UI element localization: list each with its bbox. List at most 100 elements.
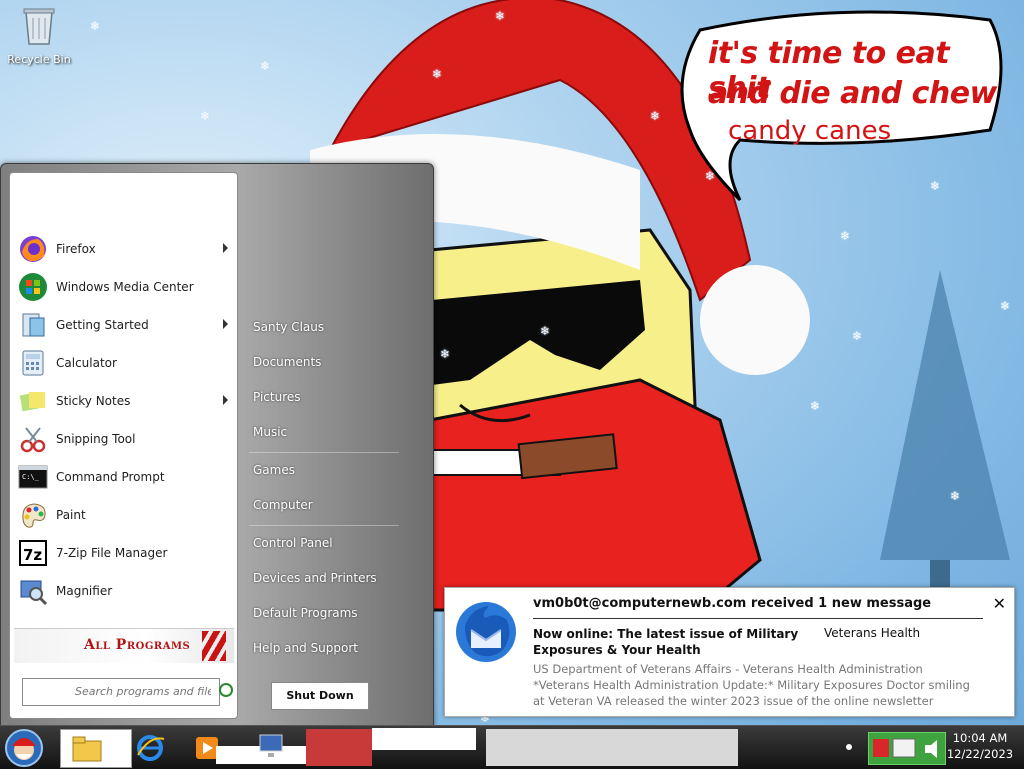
program-command-prompt[interactable]: C:\_ Command Prompt xyxy=(18,460,232,494)
program-snipping-tool[interactable]: Snipping Tool xyxy=(18,422,232,456)
snowflake: ❄ xyxy=(200,109,211,123)
speech-bubble: it's time to eat shit and die and chew c… xyxy=(680,14,1000,146)
svg-text:7z: 7z xyxy=(23,546,42,564)
taskbar-item-ghost[interactable] xyxy=(372,728,476,750)
program-label: Command Prompt xyxy=(56,470,165,484)
bubble-line-3: candy canes xyxy=(728,116,892,146)
snowflake: ❄ xyxy=(440,347,451,361)
notification-subject: Now online: The latest issue of Military… xyxy=(533,627,799,657)
magnifier-icon xyxy=(18,576,48,606)
all-programs-label: All Programs xyxy=(84,637,191,653)
recycle-bin-icon xyxy=(23,8,55,45)
start-link-computer[interactable]: Computer xyxy=(253,498,313,512)
tray-dot-icon xyxy=(846,744,852,750)
shut-down-label: Shut Down xyxy=(286,689,354,702)
program-calculator[interactable]: Calculator xyxy=(18,346,232,380)
taskbar-item-ghost[interactable] xyxy=(486,729,738,766)
notification-area[interactable] xyxy=(868,732,946,765)
start-link-games[interactable]: Games xyxy=(253,463,295,477)
decorative-stripe xyxy=(202,631,226,661)
command-prompt-icon: C:\_ xyxy=(18,462,48,492)
snowflake: ❄ xyxy=(260,59,271,73)
close-icon[interactable]: ✕ xyxy=(993,594,1006,613)
tray-icons xyxy=(873,738,937,758)
clock-date: 12/22/2023 xyxy=(946,747,1014,761)
program-label: Calculator xyxy=(56,356,117,370)
program-label: 7-Zip File Manager xyxy=(56,546,168,560)
start-link-control-panel[interactable]: Control Panel xyxy=(253,536,333,550)
notification-title: vm0b0t@computernewb.com received 1 new m… xyxy=(533,596,932,611)
submenu-arrow-icon xyxy=(223,319,228,329)
start-link-music[interactable]: Music xyxy=(253,425,287,439)
snowflake: ❄ xyxy=(650,109,661,123)
program-paint[interactable]: Paint xyxy=(18,498,232,532)
start-search-box[interactable] xyxy=(22,678,233,706)
program-windows-media-center[interactable]: Windows Media Center xyxy=(18,270,232,304)
start-button[interactable] xyxy=(4,728,44,767)
network-icon[interactable] xyxy=(256,729,290,766)
taskbar-item-ghost[interactable] xyxy=(306,729,372,766)
bubble-line-2: and die and chew xyxy=(708,76,997,111)
internet-explorer-icon[interactable] xyxy=(134,729,166,766)
search-icon xyxy=(219,683,233,697)
program-label: Snipping Tool xyxy=(56,432,136,446)
snipping-tool-icon xyxy=(18,424,48,454)
program-label: Windows Media Center xyxy=(56,280,194,294)
firefox-icon xyxy=(18,234,48,264)
program-label: Sticky Notes xyxy=(56,394,131,408)
program-label: Magnifier xyxy=(56,584,113,598)
notification-divider xyxy=(533,618,983,619)
snowflake: ❄ xyxy=(495,9,506,23)
start-link-default-programs[interactable]: Default Programs xyxy=(253,606,358,620)
snowflake: ❄ xyxy=(90,19,101,33)
program-label: Getting Started xyxy=(56,318,149,332)
system-clock[interactable]: 10:04 AM 12/22/2023 xyxy=(944,730,1016,762)
start-link-documents[interactable]: Documents xyxy=(253,355,321,369)
snowflake: ❄ xyxy=(950,489,961,503)
svg-text:C:\_: C:\_ xyxy=(22,473,40,481)
sticky-notes-icon xyxy=(18,386,48,416)
program-label: Paint xyxy=(56,508,86,522)
snowflake: ❄ xyxy=(810,399,821,413)
snowflake: ❄ xyxy=(852,329,863,343)
calculator-icon xyxy=(18,348,48,378)
program-7zip[interactable]: 7z 7-Zip File Manager xyxy=(18,536,232,570)
submenu-arrow-icon xyxy=(223,395,228,405)
clock-time: 10:04 AM xyxy=(952,731,1008,745)
program-sticky-notes[interactable]: Sticky Notes xyxy=(18,384,232,418)
start-menu: Firefox Windows Media Center Getting Sta… xyxy=(0,163,434,727)
start-menu-divider xyxy=(249,452,399,453)
snowflake: ❄ xyxy=(1000,299,1011,313)
program-firefox[interactable]: Firefox xyxy=(18,232,232,266)
taskbar: 10:04 AM 12/22/2023 xyxy=(0,725,1024,769)
notification-preview: US Department of Veterans Affairs - Vete… xyxy=(533,662,970,708)
snowflake: ❄ xyxy=(930,179,941,193)
program-magnifier[interactable]: Magnifier xyxy=(18,574,232,608)
explorer-icon[interactable] xyxy=(70,729,104,766)
thunderbird-icon xyxy=(456,602,516,662)
notification-sender: Veterans Health xyxy=(824,626,921,640)
windows-media-center-icon xyxy=(18,272,48,302)
all-programs-button[interactable]: All Programs xyxy=(14,628,234,663)
snowflake: ❄ xyxy=(840,229,851,243)
start-link-user[interactable]: Santy Claus xyxy=(253,320,324,334)
snowflake: ❄ xyxy=(432,67,443,81)
desktop-icon-recycle-bin[interactable]: Recycle Bin xyxy=(4,6,74,66)
paint-icon xyxy=(18,500,48,530)
snowflake: ❄ xyxy=(540,324,551,338)
7zip-icon: 7z xyxy=(18,538,48,568)
program-label: Firefox xyxy=(56,242,96,256)
snowflake: ❄ xyxy=(705,169,716,183)
program-getting-started[interactable]: Getting Started xyxy=(18,308,232,342)
recycle-bin-label: Recycle Bin xyxy=(7,53,71,66)
start-link-help-support[interactable]: Help and Support xyxy=(253,641,358,655)
mail-notification[interactable]: vm0b0t@computernewb.com received 1 new m… xyxy=(444,587,1015,717)
start-menu-divider xyxy=(249,525,399,526)
shut-down-button[interactable]: Shut Down xyxy=(271,682,369,710)
start-link-pictures[interactable]: Pictures xyxy=(253,390,301,404)
start-menu-programs-pane: Firefox Windows Media Center Getting Sta… xyxy=(9,172,238,719)
getting-started-icon xyxy=(18,310,48,340)
start-link-devices-printers[interactable]: Devices and Printers xyxy=(253,571,377,585)
submenu-arrow-icon xyxy=(223,243,228,253)
search-input[interactable] xyxy=(23,679,213,703)
